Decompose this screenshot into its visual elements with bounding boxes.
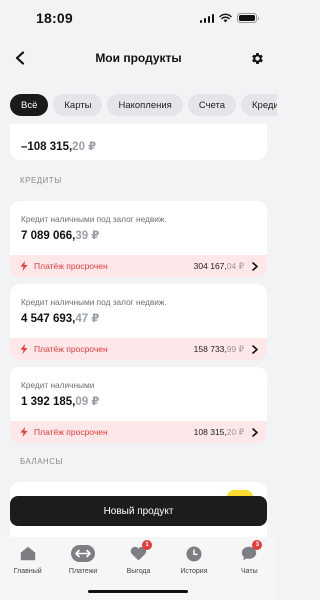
tab-credits[interactable]: Креди: [241, 94, 277, 116]
transfer-icon: [71, 545, 96, 562]
home-indicator: [88, 590, 188, 593]
loan-card[interactable]: Кредит наличными 1 392 185,09 ₽ Платёж п…: [10, 367, 267, 443]
lightning-icon: [20, 344, 28, 354]
status-time: 18:09: [36, 10, 73, 26]
nav-item-chats[interactable]: 3 Чаты: [222, 537, 277, 600]
products-list[interactable]: –108 315,20 ₽ КРЕДИТЫ Кредит наличными п…: [0, 124, 277, 540]
tab-accounts[interactable]: Счета: [187, 94, 237, 116]
wifi-icon: [219, 13, 232, 23]
clock-icon: [186, 546, 202, 561]
nav-item-home[interactable]: Главный: [0, 537, 55, 600]
nav-label: Чаты: [241, 568, 258, 575]
lightning-icon: [20, 261, 28, 271]
section-credits-label: КРЕДИТЫ: [20, 176, 62, 185]
overdue-amount: 108 315,20 ₽: [193, 426, 244, 437]
page-title: Мои продукты: [95, 51, 182, 65]
loan-amount: 4 547 693,47 ₽: [21, 313, 100, 325]
battery-icon: [237, 13, 259, 23]
product-card-top[interactable]: –108 315,20 ₽: [10, 124, 267, 160]
product-tabs: Всё Карты Накопления Счета Креди: [0, 94, 277, 116]
back-button[interactable]: [8, 46, 32, 70]
loan-card[interactable]: Кредит наличными под залог недвиж. 4 547…: [10, 284, 267, 360]
signal-icon: [199, 13, 214, 23]
overdue-amount: 158 733,99 ₽: [193, 343, 244, 354]
tab-all[interactable]: Всё: [10, 94, 49, 116]
nav-label: Платежи: [68, 568, 98, 575]
loan-amount: 7 089 066,39 ₽: [21, 230, 100, 242]
tab-savings[interactable]: Накопления: [107, 94, 183, 116]
chevron-right-icon: [252, 427, 258, 437]
overdue-status: Платёж просрочен: [34, 261, 108, 271]
loan-title: Кредит наличными: [21, 380, 95, 390]
lightning-icon: [20, 427, 28, 437]
product-amount: –108 315,20 ₽: [21, 141, 97, 153]
loan-title: Кредит наличными под залог недвиж.: [21, 214, 167, 224]
chevron-left-icon: [15, 51, 25, 65]
overdue-payment-row[interactable]: Платёж просрочен 304 167,04 ₽: [10, 255, 267, 277]
overdue-amount: 304 167,04 ₽: [193, 260, 244, 271]
header: Мои продукты: [0, 42, 277, 74]
loan-amount: 1 392 185,09 ₽: [21, 396, 100, 408]
new-product-button[interactable]: Новый продукт: [10, 496, 267, 526]
chevron-right-icon: [252, 261, 258, 271]
overdue-status: Платёж просрочен: [34, 427, 108, 437]
loan-title: Кредит наличными под залог недвиж.: [21, 297, 167, 307]
overdue-payment-row[interactable]: Платёж просрочен 158 733,99 ₽: [10, 338, 267, 360]
overdue-payment-row[interactable]: Платёж просрочен 108 315,20 ₽: [10, 421, 267, 443]
nav-label: История: [180, 568, 208, 575]
chevron-right-icon: [252, 344, 258, 354]
overdue-status: Платёж просрочен: [34, 344, 108, 354]
nav-label: Выгода: [126, 568, 151, 575]
notification-badge: 3: [252, 540, 263, 550]
tab-cards[interactable]: Карты: [53, 94, 103, 116]
status-icons: [199, 13, 259, 23]
loan-card[interactable]: Кредит наличными под залог недвиж. 7 089…: [10, 201, 267, 277]
notification-badge: 1: [142, 540, 153, 550]
status-bar: 18:09: [0, 0, 277, 36]
nav-label: Главный: [13, 568, 42, 575]
home-icon: [20, 546, 35, 561]
section-balances-label: БАЛАНСЫ: [20, 457, 63, 466]
gear-icon: [251, 52, 263, 64]
settings-button[interactable]: [245, 46, 269, 70]
